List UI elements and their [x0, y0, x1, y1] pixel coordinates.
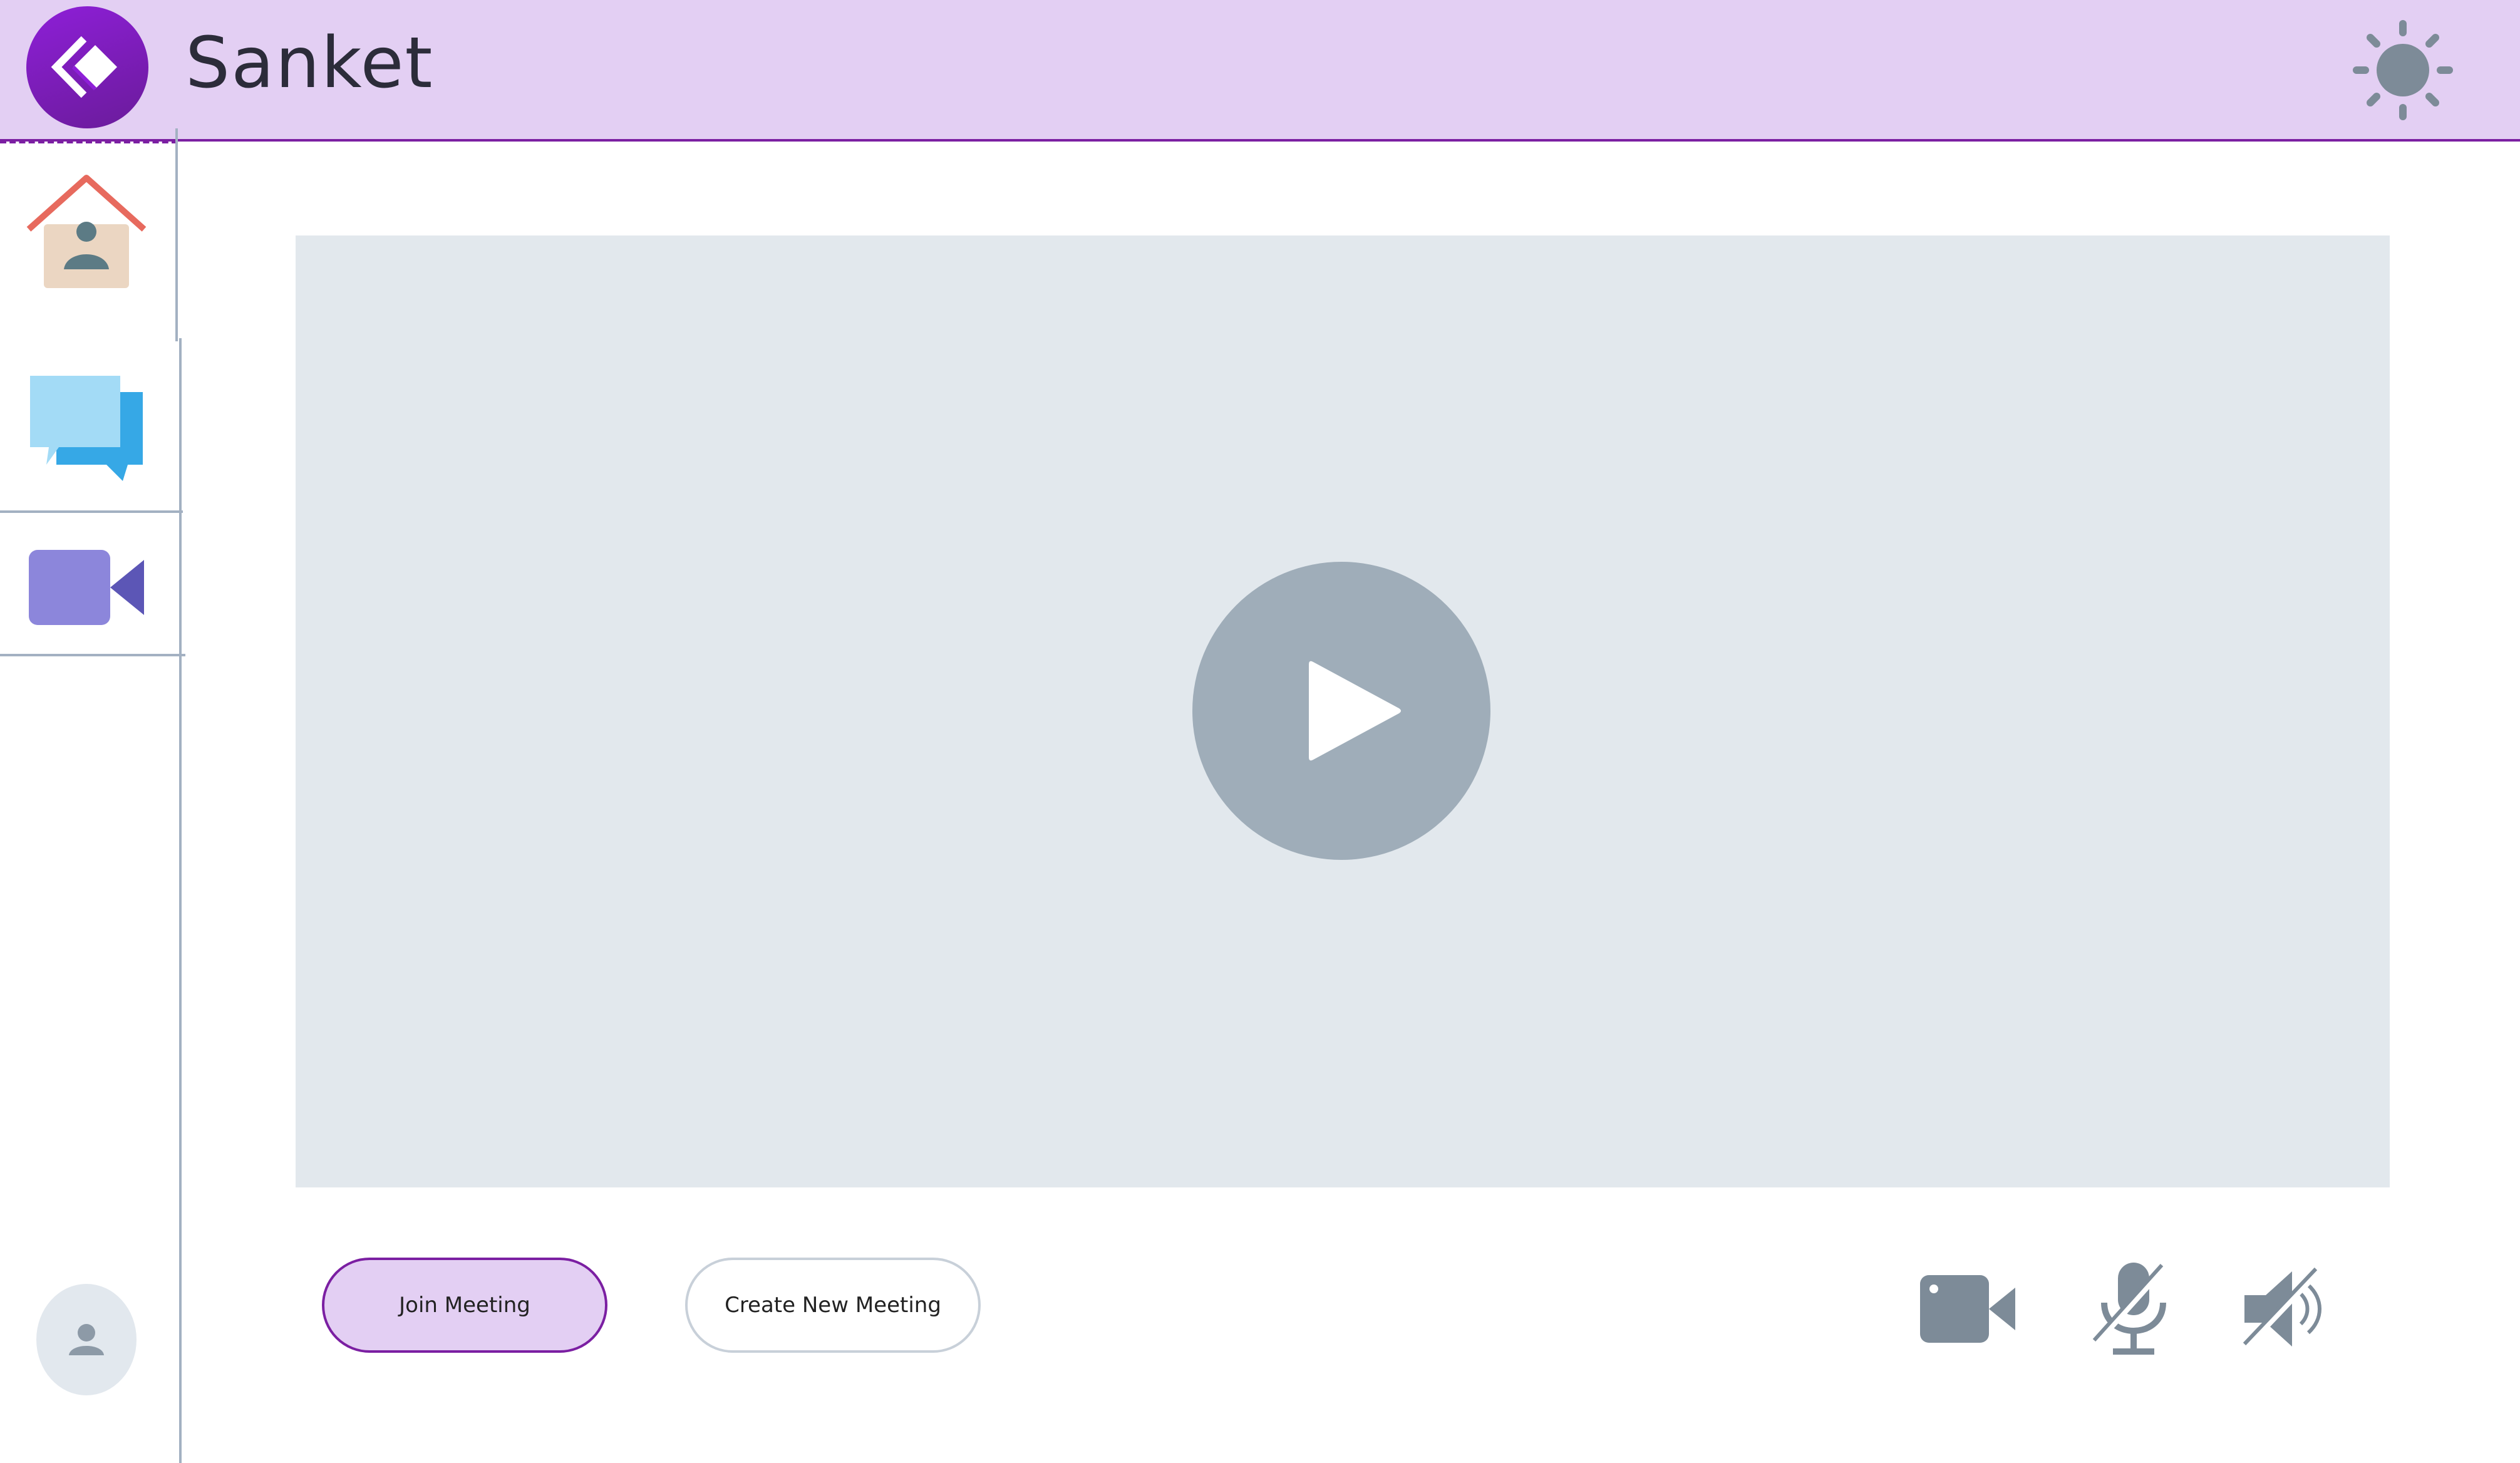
- sun-icon[interactable]: [2352, 19, 2455, 122]
- mic-muted-icon: [2092, 1263, 2167, 1355]
- play-icon[interactable]: [1192, 562, 1490, 860]
- home-user-icon: [26, 175, 147, 288]
- sidebar-item-home[interactable]: [25, 174, 150, 299]
- join-meeting-label: Join Meeting: [399, 1293, 530, 1318]
- sidebar-divider: [0, 510, 183, 513]
- sidebar-border: [179, 338, 182, 1463]
- speaker-toggle-button[interactable]: [2241, 1259, 2328, 1362]
- camera-toggle-button[interactable]: [1918, 1259, 2018, 1362]
- sidebar-item-video[interactable]: [25, 539, 150, 664]
- video-camera-icon: [29, 550, 144, 625]
- join-meeting-button[interactable]: Join Meeting: [322, 1258, 607, 1353]
- app-title: Sanket: [185, 23, 434, 104]
- sidebar-border-upper: [175, 128, 178, 341]
- profile-avatar[interactable]: [36, 1284, 137, 1395]
- top-bar: Sanket: [0, 0, 2520, 142]
- camera-icon: [1920, 1275, 2015, 1343]
- chat-bubbles-icon: [30, 376, 143, 481]
- sidebar-top-divider: [0, 140, 178, 143]
- speaker-muted-icon: [2243, 1267, 2321, 1349]
- video-preview: [296, 235, 2390, 1187]
- create-meeting-button[interactable]: Create New Meeting: [685, 1258, 981, 1353]
- sidebar-item-chat[interactable]: [25, 373, 150, 499]
- create-meeting-label: Create New Meeting: [725, 1293, 941, 1318]
- mic-toggle-button[interactable]: [2089, 1259, 2177, 1362]
- user-avatar-icon: [69, 1324, 104, 1355]
- app-logo-icon[interactable]: [26, 6, 148, 128]
